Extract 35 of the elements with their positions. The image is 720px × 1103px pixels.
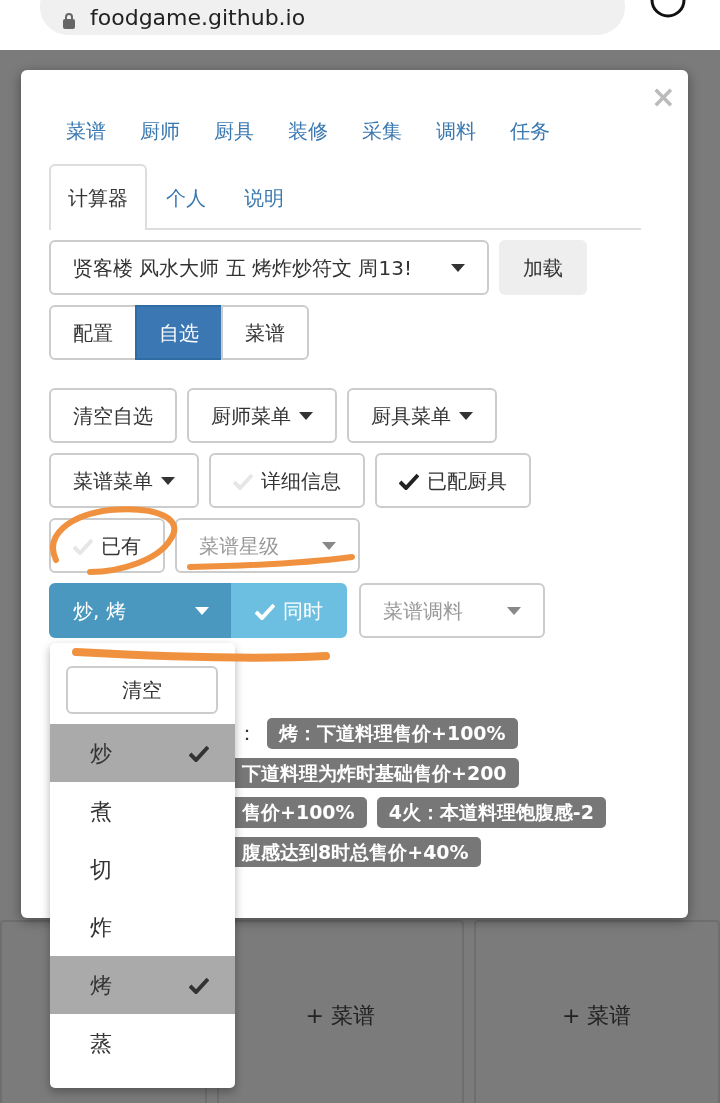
mode-button[interactable]: 自选 [135,305,223,360]
tab[interactable]: 说明 [225,164,303,230]
select-field[interactable]: 菜谱星级 [175,518,360,573]
nav-link[interactable]: 采集 [345,104,419,158]
clear-button[interactable]: 清空 [66,666,218,714]
preset-select[interactable]: 贤客楼 风水大师 五 烤炸炒符文 周13! [49,240,489,295]
nav-link[interactable]: 菜谱 [49,104,123,158]
toggle-button[interactable]: 详细信息 [209,453,365,508]
toggle-button[interactable]: 已配厨具 [375,453,531,508]
method-select[interactable]: 炒, 烤 [49,583,233,638]
load-button[interactable]: 加载 [499,240,587,295]
dropdown-button[interactable]: 菜谱菜单 [49,453,199,508]
tab[interactable]: 个人 [147,164,225,230]
effect-label: ： [237,720,257,748]
recipe-slot[interactable]: + 菜谱 [473,920,720,1103]
nav-link[interactable]: 调料 [419,104,493,158]
check-icon [189,744,209,762]
dropdown-button[interactable]: 厨具菜单 [347,388,497,443]
dropdown-button[interactable]: 厨师菜单 [187,388,337,443]
reload-icon[interactable] [648,0,688,20]
mode-button[interactable]: 菜谱 [221,305,309,360]
menu-item[interactable]: 炒 [50,724,235,782]
mode-button[interactable]: 配置 [49,305,137,360]
effect-badge: 烤：下道料理售价+100% [267,718,518,749]
effect-badge: 4火：本道料理饱腹感-2 [376,797,606,828]
lock-icon [62,13,76,29]
select-field[interactable]: 菜谱调料 [359,583,545,638]
nav-link[interactable]: 厨具 [197,104,271,158]
tab[interactable]: 计算器 [49,164,147,230]
nav-link[interactable]: 厨师 [123,104,197,158]
nav-link[interactable]: 任务 [493,104,567,158]
nav-link[interactable]: 装修 [271,104,345,158]
check-icon [189,976,209,994]
clear-button[interactable]: 清空自选 [49,388,177,443]
menu-item[interactable]: 烤 [50,956,235,1014]
